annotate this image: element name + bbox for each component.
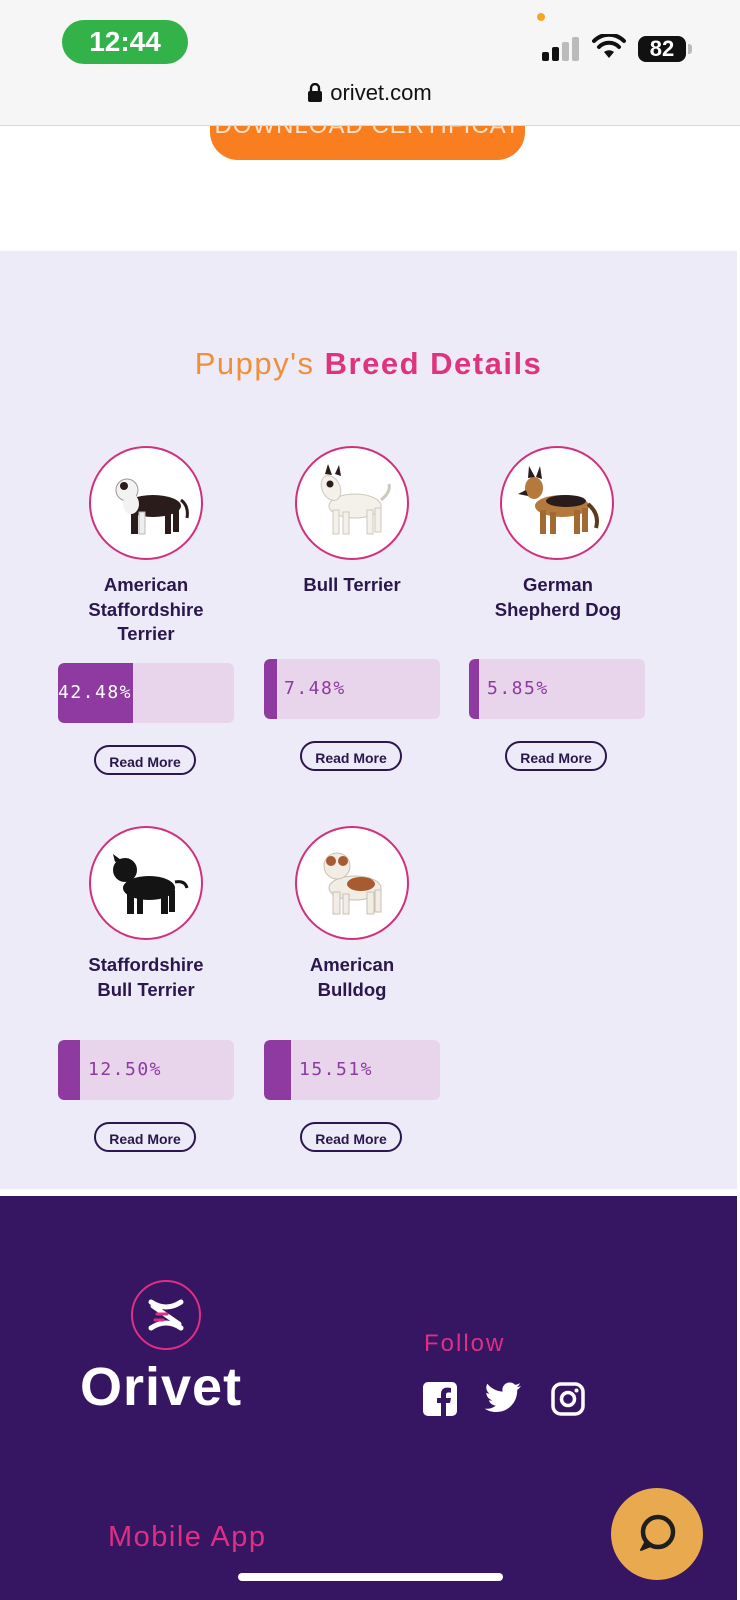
breed-name: Staffordshire Bull Terrier [88, 954, 204, 1000]
url-text: orivet.com [330, 80, 432, 105]
section-title-part2: Breed Details [324, 346, 543, 381]
breed-name: American Staffordshire Terrier [88, 574, 204, 644]
chat-button[interactable] [611, 1488, 703, 1580]
breed-percentage-bar: 12.50% [58, 1040, 234, 1100]
section-title-part1: Puppy's [194, 346, 315, 381]
breed-avatar [295, 446, 409, 560]
percentage-fill [469, 659, 480, 719]
mobile-app-heading: Mobile App [108, 1521, 267, 1553]
percentage-fill [58, 1040, 80, 1100]
instagram-icon[interactable] [551, 1382, 585, 1416]
battery-indicator: 82 [638, 36, 686, 62]
breed-avatar [89, 826, 203, 940]
address-bar[interactable]: orivet.com [0, 80, 740, 106]
percentage-label: 7.48% [284, 678, 346, 699]
facebook-icon[interactable] [423, 1382, 457, 1416]
percentage-fill [264, 659, 278, 719]
read-more-button[interactable]: Read More [94, 1122, 196, 1152]
breed-details-section: Puppy's Breed Details American Staffords… [0, 251, 737, 1189]
read-more-button[interactable]: Read More [505, 741, 607, 771]
breed-percentage-bar: 5.85% [469, 659, 645, 719]
breed-avatar [295, 826, 409, 940]
percentage-fill [264, 1040, 292, 1100]
home-indicator [238, 1573, 503, 1581]
cellular-signal-icon [542, 37, 582, 61]
lock-icon [308, 83, 323, 102]
read-more-button[interactable]: Read More [94, 745, 196, 775]
wifi-icon [592, 34, 626, 58]
breed-percentage-bar: 42.48% [58, 663, 234, 723]
read-more-button[interactable]: Read More [300, 1122, 402, 1152]
dna-dog-icon [148, 1299, 184, 1331]
status-bar: 12:44 82 orivet.com [0, 0, 740, 126]
breed-name: American Bulldog [309, 954, 395, 1000]
breed-name: German Shepherd Dog [494, 574, 622, 620]
breed-percentage-bar: 15.51% [264, 1040, 440, 1100]
breed-avatar [89, 446, 203, 560]
breed-name: Bull Terrier [303, 574, 401, 595]
follow-label: Follow [424, 1330, 506, 1357]
dog-image [115, 478, 189, 535]
percentage-label: 12.50% [88, 1059, 163, 1080]
breed-avatar [500, 446, 614, 560]
dog-image [113, 854, 189, 914]
orivet-logo-mark[interactable] [131, 1280, 201, 1350]
percentage-label: 5.85% [487, 678, 549, 699]
section-title: Puppy's Breed Details [0, 346, 737, 382]
breed-percentage-bar: 7.48% [264, 659, 440, 719]
battery-tip [688, 44, 692, 54]
privacy-indicator-dot [537, 13, 545, 21]
percentage-label: 42.48% [58, 682, 133, 703]
dog-image [320, 464, 391, 535]
dog-image [323, 852, 382, 915]
read-more-button[interactable]: Read More [300, 741, 402, 771]
dog-image [518, 466, 599, 534]
percentage-label: 15.51% [299, 1059, 374, 1080]
chat-bubble-icon [640, 1514, 676, 1551]
twitter-icon[interactable] [484, 1382, 522, 1414]
orivet-logo-text[interactable]: Orivet [80, 1356, 242, 1418]
clock: 12:44 [62, 20, 188, 64]
